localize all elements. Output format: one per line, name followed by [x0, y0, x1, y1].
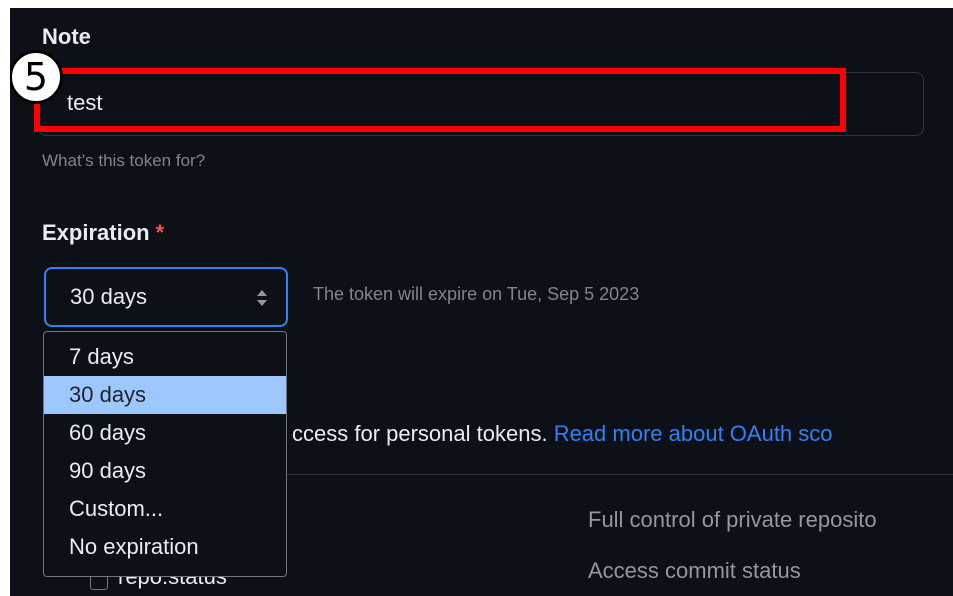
scope-description: Access commit status [588, 558, 801, 583]
required-marker: * [155, 220, 165, 245]
expiration-note: The token will expire on Tue, Sep 5 2023 [313, 284, 640, 304]
scopes-intro-text: ccess for personal tokens. [292, 421, 554, 446]
note-field[interactable] [38, 72, 924, 136]
note-help-text: What’s this token for? [42, 151, 206, 170]
expiration-option[interactable]: 30 days [44, 376, 286, 414]
expiration-option[interactable]: Custom... [44, 490, 286, 528]
expiration-label: Expiration * [42, 220, 164, 246]
expiration-option[interactable]: 7 days [44, 338, 286, 376]
annotation-step-badge: 5 [10, 50, 63, 104]
expiration-option[interactable]: 60 days [44, 414, 286, 452]
scope-description: Full control of private reposito [588, 507, 877, 532]
expiration-select[interactable]: 30 days [44, 267, 288, 327]
oauth-scopes-link[interactable]: Read more about OAuth sco [554, 421, 833, 446]
expiration-dropdown-list: 7 days 30 days 60 days 90 days Custom... No e… [43, 331, 287, 577]
expiration-option[interactable]: No expiration [44, 528, 286, 566]
expiration-option[interactable]: 90 days [44, 452, 286, 490]
select-arrows-icon [257, 290, 267, 306]
scopes-intro: ccess for personal tokens. Read more abo… [292, 421, 833, 447]
expiration-label-text: Expiration [42, 220, 150, 245]
note-input[interactable] [67, 85, 467, 121]
expiration-select-value: 30 days [70, 284, 148, 309]
app-frame: Note 5 What’s this token for? Expiration… [10, 8, 953, 596]
note-label: Note [42, 24, 91, 49]
